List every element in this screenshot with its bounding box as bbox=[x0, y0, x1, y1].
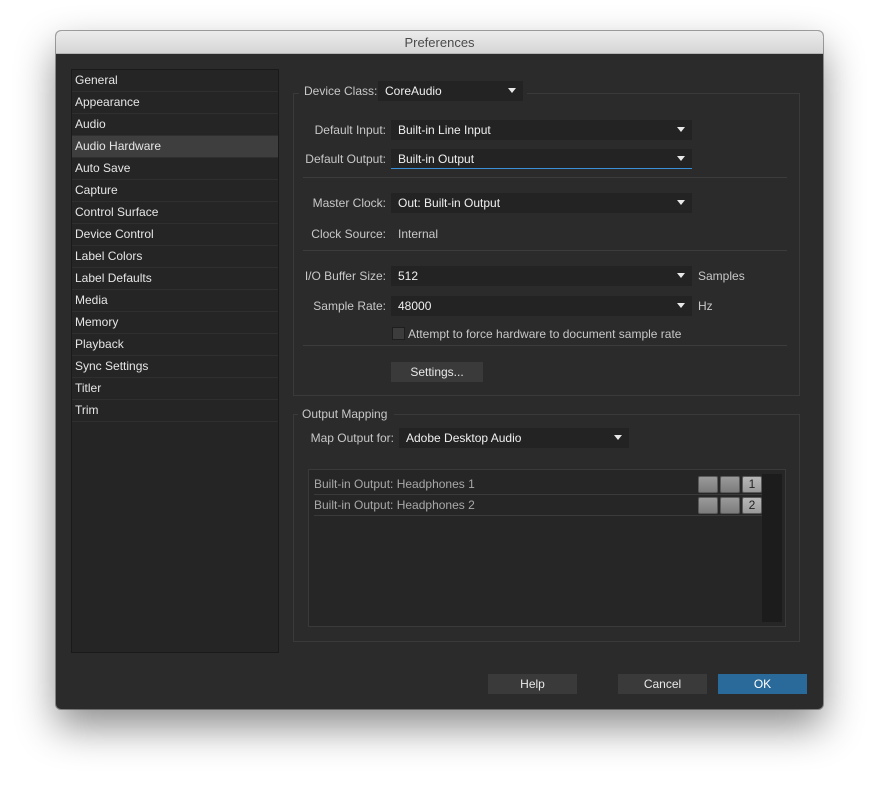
buffer-size-unit: Samples bbox=[698, 269, 745, 283]
sidebar-item-capture[interactable]: Capture bbox=[72, 180, 278, 202]
default-output-label: Default Output: bbox=[305, 152, 386, 166]
default-input-value: Built-in Line Input bbox=[398, 123, 491, 137]
list-item[interactable]: Built-in Output: Headphones 1 1 bbox=[314, 474, 762, 495]
chevron-down-icon bbox=[508, 88, 516, 93]
sidebar-item-audio[interactable]: Audio bbox=[72, 114, 278, 136]
buffer-size-label: I/O Buffer Size: bbox=[304, 269, 386, 283]
chevron-down-icon bbox=[614, 435, 622, 440]
force-sample-rate-label[interactable]: Attempt to force hardware to document sa… bbox=[408, 327, 681, 341]
window-title: Preferences bbox=[56, 31, 823, 54]
scrollbar[interactable] bbox=[762, 474, 782, 622]
sidebar-item-appearance[interactable]: Appearance bbox=[72, 92, 278, 114]
preferences-category-list[interactable]: General Appearance Audio Audio Hardware … bbox=[71, 69, 279, 653]
device-class-value: CoreAudio bbox=[385, 84, 442, 98]
buffer-size-dropdown[interactable]: 512 bbox=[391, 266, 692, 286]
help-button[interactable]: Help bbox=[488, 674, 577, 694]
sample-rate-dropdown[interactable]: 48000 bbox=[391, 296, 692, 316]
output-mapping-title: Output Mapping bbox=[302, 407, 388, 421]
default-output-value: Built-in Output bbox=[398, 152, 475, 166]
sidebar-item-memory[interactable]: Memory bbox=[72, 312, 278, 334]
sample-rate-unit: Hz bbox=[698, 299, 713, 313]
divider bbox=[303, 177, 787, 178]
clock-source-value: Internal bbox=[398, 227, 439, 241]
frame-icon[interactable] bbox=[720, 497, 740, 514]
channel-mapping-list[interactable]: Built-in Output: Headphones 1 1 Built-in… bbox=[308, 469, 786, 627]
buffer-size-value: 512 bbox=[398, 269, 419, 283]
sidebar-item-media[interactable]: Media bbox=[72, 290, 278, 312]
sidebar-item-auto-save[interactable]: Auto Save bbox=[72, 158, 278, 180]
cancel-button[interactable]: Cancel bbox=[618, 674, 707, 694]
frame-icon[interactable] bbox=[720, 476, 740, 493]
chevron-down-icon bbox=[677, 156, 685, 161]
chevron-down-icon bbox=[677, 127, 685, 132]
chevron-down-icon bbox=[677, 273, 685, 278]
sidebar-item-sync-settings[interactable]: Sync Settings bbox=[72, 356, 278, 378]
device-class-label: Device Class: bbox=[304, 84, 378, 98]
sidebar-item-trim[interactable]: Trim bbox=[72, 400, 278, 422]
sidebar-item-device-control[interactable]: Device Control bbox=[72, 224, 278, 246]
device-class-dropdown[interactable]: CoreAudio bbox=[378, 81, 523, 101]
sidebar-item-general[interactable]: General bbox=[72, 70, 278, 92]
master-clock-value: Out: Built-in Output bbox=[398, 196, 501, 210]
sample-rate-value: 48000 bbox=[398, 299, 432, 313]
speaker-icon[interactable] bbox=[698, 497, 718, 514]
channel-name: Built-in Output: Headphones 2 bbox=[314, 498, 475, 512]
map-output-for-label: Map Output for: bbox=[310, 431, 394, 445]
ok-button[interactable]: OK bbox=[718, 674, 807, 694]
sidebar-item-playback[interactable]: Playback bbox=[72, 334, 278, 356]
default-input-dropdown[interactable]: Built-in Line Input bbox=[391, 120, 692, 140]
list-item[interactable]: Built-in Output: Headphones 2 2 bbox=[314, 495, 762, 516]
map-output-for-dropdown[interactable]: Adobe Desktop Audio bbox=[399, 428, 629, 448]
sample-rate-label: Sample Rate: bbox=[313, 299, 386, 313]
default-input-label: Default Input: bbox=[314, 123, 386, 137]
master-clock-dropdown[interactable]: Out: Built-in Output bbox=[391, 193, 692, 213]
clock-source-label: Clock Source: bbox=[311, 227, 386, 241]
force-sample-rate-checkbox[interactable] bbox=[392, 327, 405, 340]
sidebar-item-label-colors[interactable]: Label Colors bbox=[72, 246, 278, 268]
divider bbox=[303, 250, 787, 251]
sidebar-item-audio-hardware[interactable]: Audio Hardware bbox=[72, 136, 278, 158]
sidebar-item-label-defaults[interactable]: Label Defaults bbox=[72, 268, 278, 290]
master-clock-label: Master Clock: bbox=[312, 196, 386, 210]
divider bbox=[303, 345, 787, 346]
map-output-for-value: Adobe Desktop Audio bbox=[406, 431, 522, 445]
settings-button[interactable]: Settings... bbox=[391, 362, 483, 382]
chevron-down-icon bbox=[677, 303, 685, 308]
channel-number[interactable]: 1 bbox=[742, 476, 762, 493]
chevron-down-icon bbox=[677, 200, 685, 205]
sidebar-item-control-surface[interactable]: Control Surface bbox=[72, 202, 278, 224]
default-output-dropdown[interactable]: Built-in Output bbox=[391, 149, 692, 169]
sidebar-item-titler[interactable]: Titler bbox=[72, 378, 278, 400]
channel-number[interactable]: 2 bbox=[742, 497, 762, 514]
speaker-icon[interactable] bbox=[698, 476, 718, 493]
channel-name: Built-in Output: Headphones 1 bbox=[314, 477, 475, 491]
preferences-dialog: Preferences General Appearance Audio Aud… bbox=[56, 31, 823, 709]
